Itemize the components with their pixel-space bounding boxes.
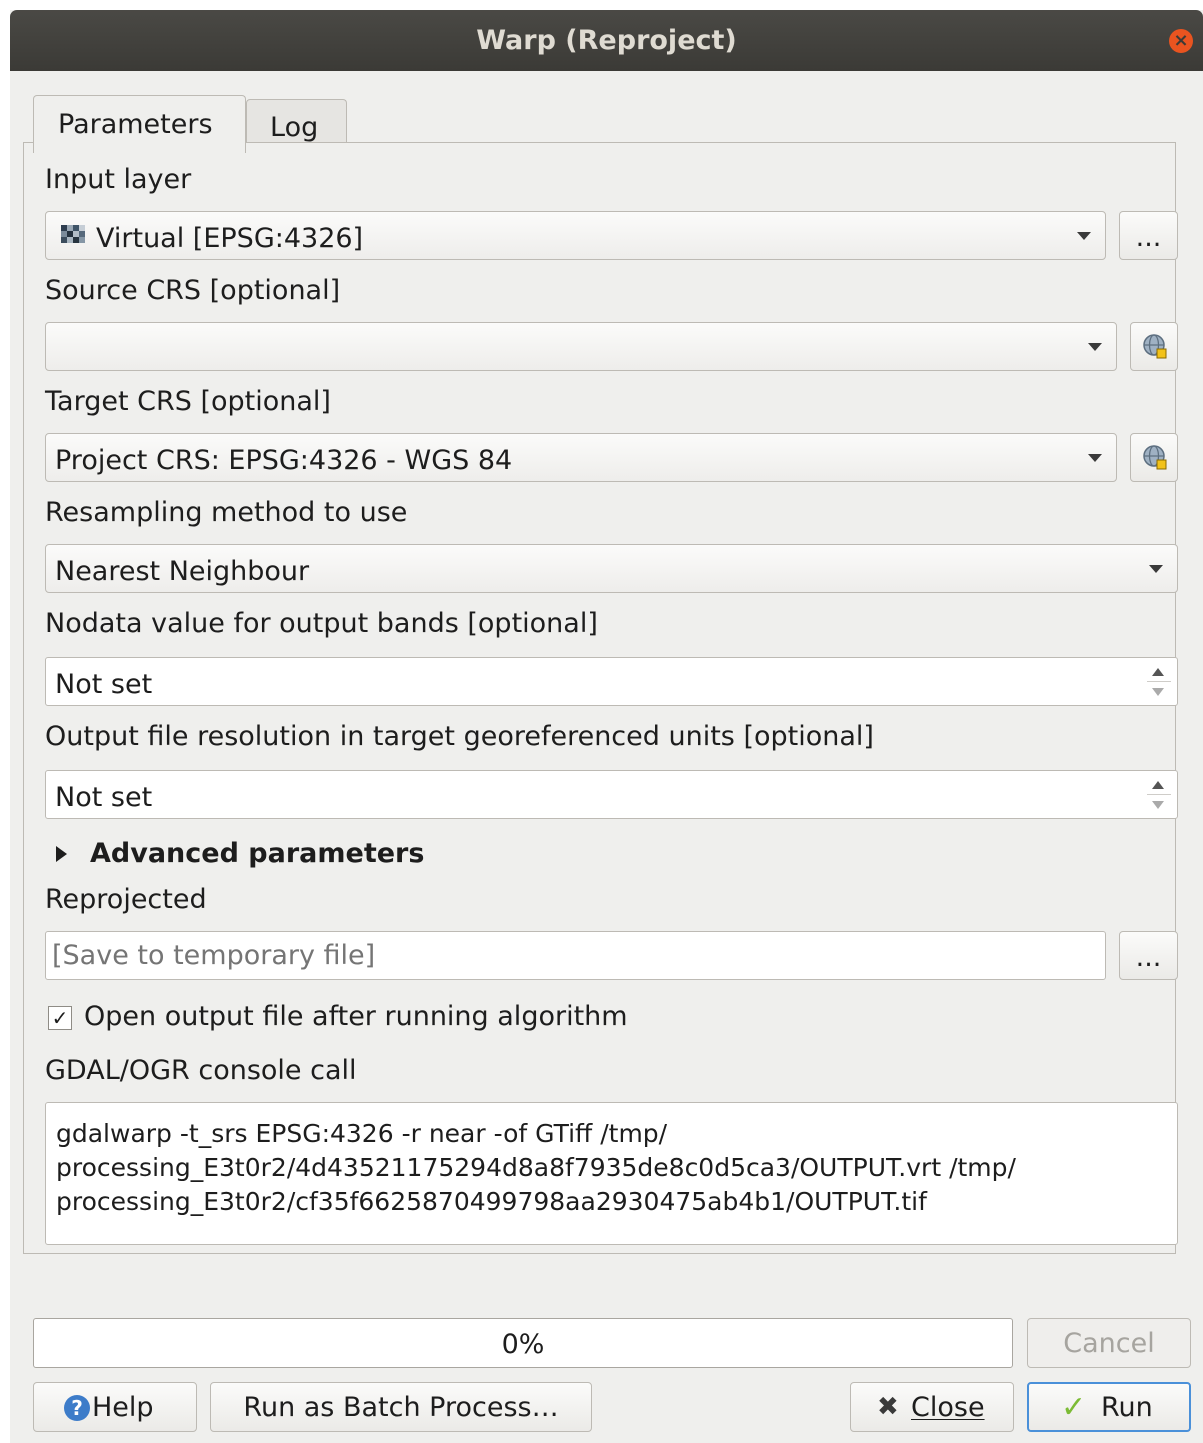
input-layer-browse-button[interactable]: ... [1119, 211, 1178, 260]
close-button[interactable]: ✖ Close [850, 1382, 1014, 1432]
input-layer-label: Input layer [45, 164, 192, 195]
run-batch-button[interactable]: Run as Batch Process… [210, 1382, 592, 1432]
checkmark-icon: ✓ [1061, 1390, 1087, 1425]
close-window-icon[interactable]: × [1169, 29, 1193, 53]
reprojected-browse-button[interactable]: ... [1119, 931, 1178, 980]
nodata-value: Not set [55, 669, 153, 700]
chevron-down-icon [1088, 343, 1102, 351]
target-crs-selector-button[interactable] [1130, 433, 1178, 482]
run-button-label: Run [1101, 1392, 1153, 1423]
target-crs-label: Target CRS [optional] [45, 386, 331, 417]
resolution-value: Not set [55, 782, 153, 813]
tab-parameters-label: Parameters [58, 109, 213, 140]
question-icon: ? [64, 1395, 90, 1421]
checkmark-icon: ✓ [51, 1006, 69, 1030]
help-button-label: Help [92, 1392, 154, 1423]
source-crs-select[interactable] [45, 322, 1117, 371]
target-crs-value: Project CRS: EPSG:4326 - WGS 84 [55, 445, 513, 476]
spinbox-stepper[interactable] [1147, 664, 1171, 700]
chevron-down-icon [1088, 454, 1102, 462]
browse-button-label: ... [1135, 222, 1162, 253]
progress-bar: 0% [33, 1318, 1013, 1368]
reprojected-label: Reprojected [45, 884, 207, 915]
globe-crs-icon [1143, 334, 1167, 359]
target-crs-select[interactable]: Project CRS: EPSG:4326 - WGS 84 [45, 433, 1117, 482]
console-call-text[interactable]: gdalwarp -t_srs EPSG:4326 -r near -of GT… [45, 1102, 1178, 1245]
resampling-label: Resampling method to use [45, 497, 408, 528]
x-icon: ✖ [877, 1392, 899, 1422]
advanced-parameters-toggle[interactable]: Advanced parameters [52, 838, 452, 872]
resolution-label: Output file resolution in target georefe… [45, 721, 874, 752]
advanced-parameters-label: Advanced parameters [90, 838, 425, 869]
resampling-value: Nearest Neighbour [55, 556, 310, 587]
close-button-label: Close [911, 1392, 985, 1423]
source-crs-label: Source CRS [optional] [45, 275, 341, 306]
open-output-checkbox[interactable]: ✓ [48, 1006, 72, 1030]
console-label: GDAL/OGR console call [45, 1055, 357, 1086]
tab-log-label: Log [270, 112, 319, 143]
reprojected-output-input[interactable] [45, 931, 1106, 980]
source-crs-selector-button[interactable] [1130, 322, 1178, 371]
titlebar: Warp (Reproject) × [10, 10, 1203, 71]
resolution-input[interactable]: Not set [45, 770, 1178, 819]
run-batch-button-label: Run as Batch Process… [243, 1392, 559, 1423]
globe-crs-icon [1143, 445, 1167, 470]
nodata-label: Nodata value for output bands [optional] [45, 608, 598, 639]
triangle-right-icon [56, 846, 67, 862]
chevron-down-icon [1077, 232, 1091, 240]
nodata-input[interactable]: Not set [45, 657, 1178, 706]
cancel-button[interactable]: Cancel [1027, 1318, 1191, 1368]
open-output-label: Open output file after running algorithm [84, 1001, 628, 1032]
tab-parameters[interactable]: Parameters [33, 95, 246, 153]
raster-layer-icon [61, 225, 85, 243]
spinbox-stepper[interactable] [1147, 777, 1171, 813]
window-title: Warp (Reproject) [476, 25, 737, 56]
chevron-down-icon [1149, 565, 1163, 573]
input-layer-select[interactable]: Virtual [EPSG:4326] [45, 211, 1106, 260]
cancel-button-label: Cancel [1063, 1328, 1155, 1359]
resampling-select[interactable]: Nearest Neighbour [45, 544, 1178, 593]
input-layer-value: Virtual [EPSG:4326] [96, 223, 364, 254]
browse-button-label: ... [1135, 942, 1162, 973]
help-button[interactable]: ? Help [33, 1382, 197, 1432]
progress-text: 0% [501, 1329, 545, 1360]
run-button[interactable]: ✓ Run [1027, 1382, 1191, 1432]
